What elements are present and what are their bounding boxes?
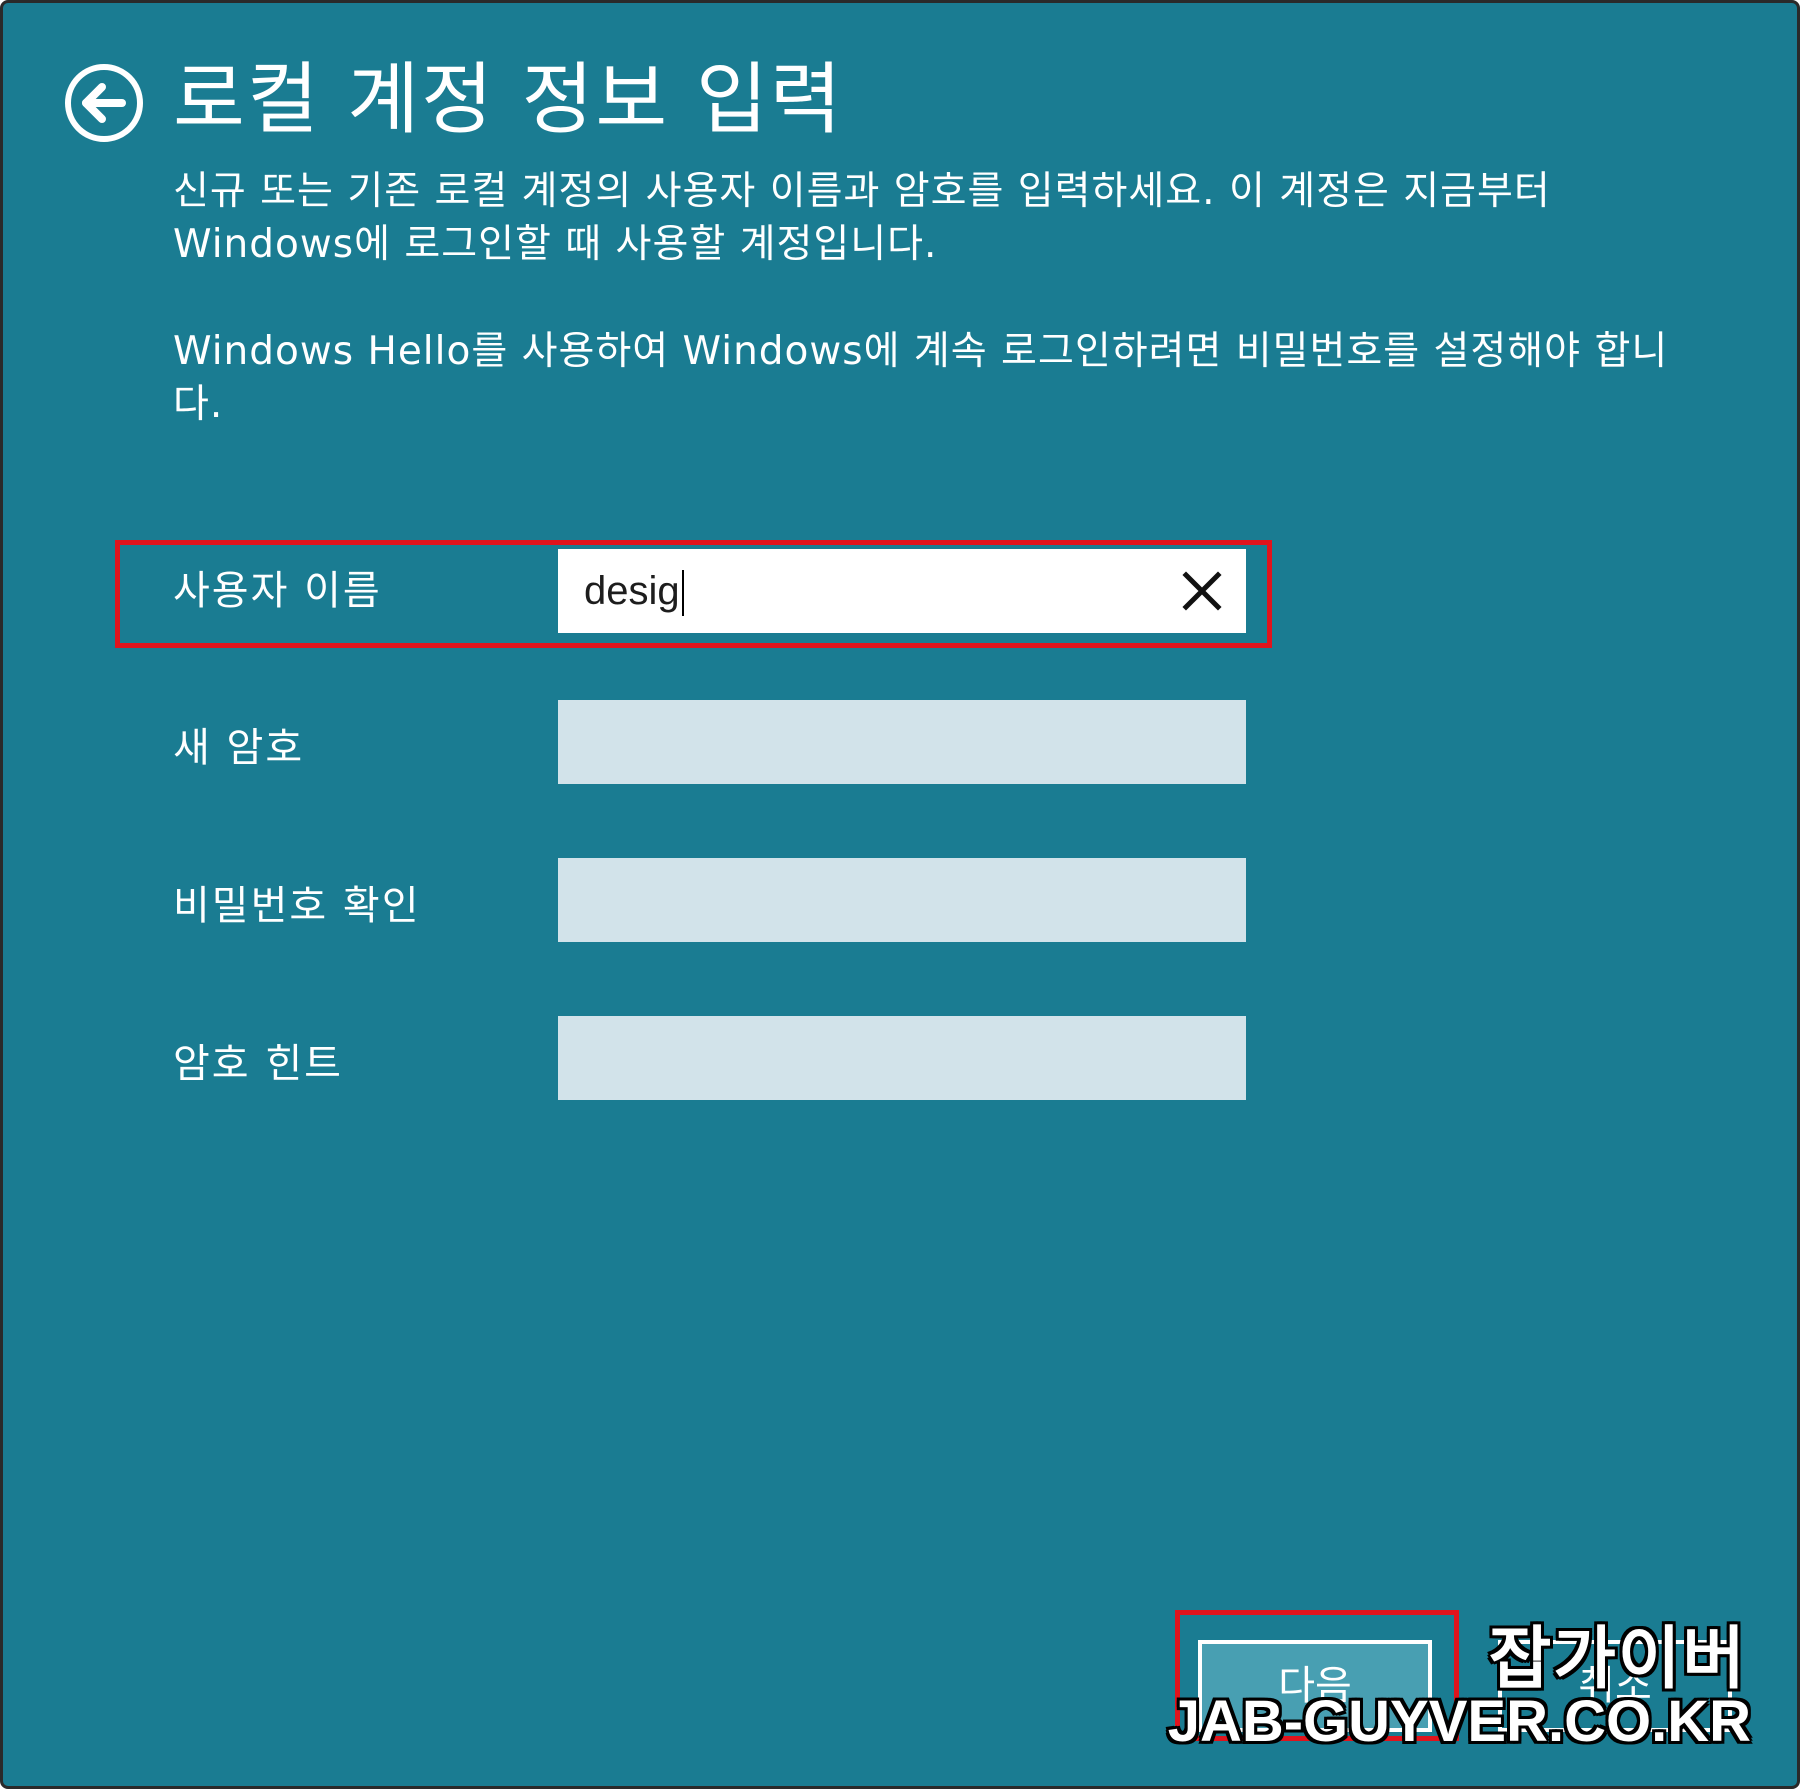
username-label: 사용자 이름: [173, 568, 382, 614]
new-password-field[interactable]: [558, 700, 1246, 784]
description-paragraph: 신규 또는 기존 로컬 계정의 사용자 이름과 암호를 입력하세요. 이 계정은…: [173, 169, 1551, 267]
description-paragraph: Windows Hello를 사용하여 Windows에 계속 로그인하려면 비…: [173, 329, 1669, 427]
password-hint-field[interactable]: [558, 1016, 1246, 1100]
back-button[interactable]: [64, 63, 144, 143]
new-password-label: 새 암호: [173, 725, 305, 771]
confirm-password-label: 비밀번호 확인: [173, 883, 421, 929]
text-caret: [681, 570, 684, 617]
confirm-password-field[interactable]: [558, 858, 1246, 942]
watermark-url: JAB-GUYVER.CO.KR: [1167, 1689, 1751, 1754]
password-hint-label: 암호 힌트: [173, 1041, 343, 1087]
back-arrow-circle-icon: [65, 64, 143, 142]
page-title: 로컬 계정 정보 입력: [173, 55, 844, 145]
username-field[interactable]: desig: [558, 549, 1246, 633]
clear-icon[interactable]: [1180, 569, 1224, 613]
username-value: desig: [584, 563, 684, 619]
setup-window: 로컬 계정 정보 입력 신규 또는 기존 로컬 계정의 사용자 이름과 암호를 …: [0, 0, 1800, 1789]
